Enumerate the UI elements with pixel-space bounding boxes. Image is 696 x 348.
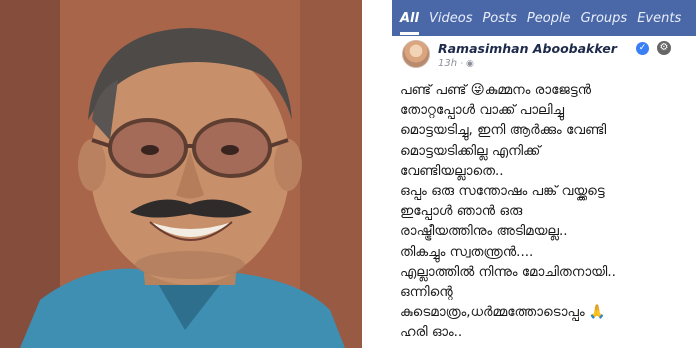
- post-line: തികച്ചും സ്വതന്ത്രൻ....: [400, 243, 534, 260]
- tab-groups[interactable]: Groups: [581, 11, 638, 36]
- author-name[interactable]: Ramasimhan Aboobakker: [438, 41, 617, 56]
- globe-icon: · ◉: [460, 59, 474, 69]
- verified-badge-icon: ✓: [636, 42, 649, 55]
- post-line: വേണ്ടിയല്ലാതെ..: [400, 162, 504, 179]
- post-line: രാഷ്ട്രീയത്തിനും അടിമയല്ല..: [400, 223, 568, 240]
- post-line: പണ്ട് പണ്ട് 😜കുമ്മനം രാജേട്ടൻ: [400, 82, 592, 98]
- portrait-illustration: [0, 0, 362, 348]
- post-line: ഹരി ഓം..: [400, 324, 463, 341]
- post-line: മൊട്ടയടിച്ചു, ഇനി ആർക്കും വേണ്ടി: [400, 122, 607, 139]
- tab-videos[interactable]: Videos: [429, 11, 482, 36]
- post-line: മൊട്ടയടിക്കില്ല എനിക്ക്: [400, 142, 541, 159]
- search-tabs: All Videos Posts People Groups Events: [392, 0, 696, 36]
- tab-people[interactable]: People: [527, 11, 581, 36]
- tab-all[interactable]: All: [400, 11, 429, 36]
- gear-icon[interactable]: ⚙: [657, 41, 671, 55]
- tab-posts[interactable]: Posts: [482, 11, 526, 36]
- photo-panel: [0, 0, 362, 348]
- facebook-post-screenshot: All Videos Posts People Groups Events Ra…: [392, 0, 696, 348]
- post-line: ഇപ്പോൾ ഞാൻ ഒരു: [400, 203, 523, 220]
- post-line: കുടെമാത്രം,ധർമ്മത്തോടൊപ്പം 🙏: [400, 304, 606, 321]
- post-line: ഒപ്പം ഒരു സന്തോഷം പങ്ക് വയ്ക്കട്ടെ: [400, 183, 605, 200]
- post-line: എല്ലാത്തിൽ നിന്നും മോചിതനായി..: [400, 263, 616, 280]
- post-text: പണ്ട് പണ്ട് 😜കുമ്മനം രാജേട്ടൻ തോറ്റപ്പോൾ…: [400, 80, 692, 343]
- post-line: ഒന്നിന്റെ: [400, 284, 453, 301]
- avatar[interactable]: [402, 40, 430, 68]
- post-line: തോറ്റപ്പോൾ വാക്ക് പാലിച്ചു: [400, 102, 565, 119]
- timestamp-text: 13h: [438, 58, 458, 69]
- post-timestamp[interactable]: 13h · ◉: [438, 58, 474, 69]
- tab-events[interactable]: Events: [637, 11, 691, 36]
- panel-divider: [362, 0, 392, 348]
- post-header: Ramasimhan Aboobakker ✓ ⚙ 13h · ◉: [400, 38, 692, 72]
